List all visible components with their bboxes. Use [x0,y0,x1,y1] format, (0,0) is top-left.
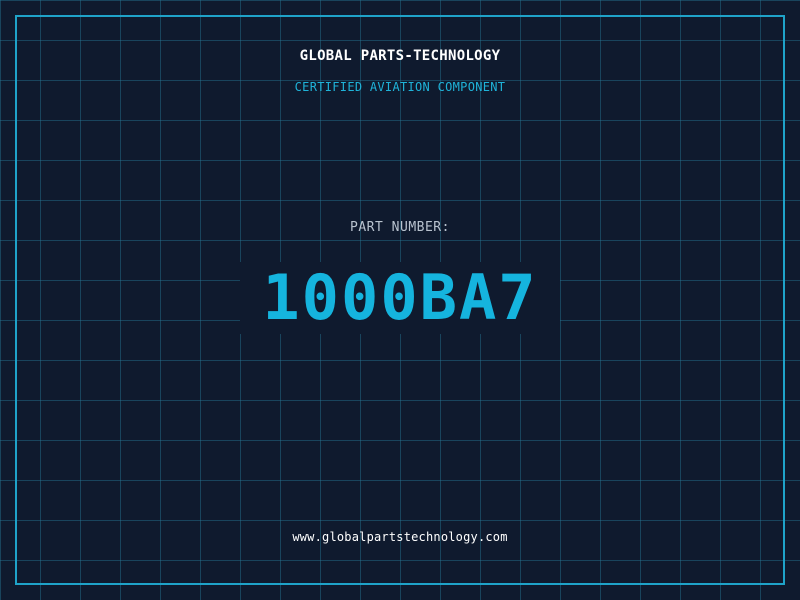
part-number-label: PART NUMBER: [350,220,450,235]
part-number-value: 1000BA7 [240,262,560,334]
label-canvas: GLOBAL PARTS-TECHNOLOGY CERTIFIED AVIATI… [0,0,800,600]
company-name: GLOBAL PARTS-TECHNOLOGY [299,48,501,64]
certification-tagline: CERTIFIED AVIATION COMPONENT [294,80,506,94]
website-url: www.globalpartstechnology.com [292,530,508,544]
